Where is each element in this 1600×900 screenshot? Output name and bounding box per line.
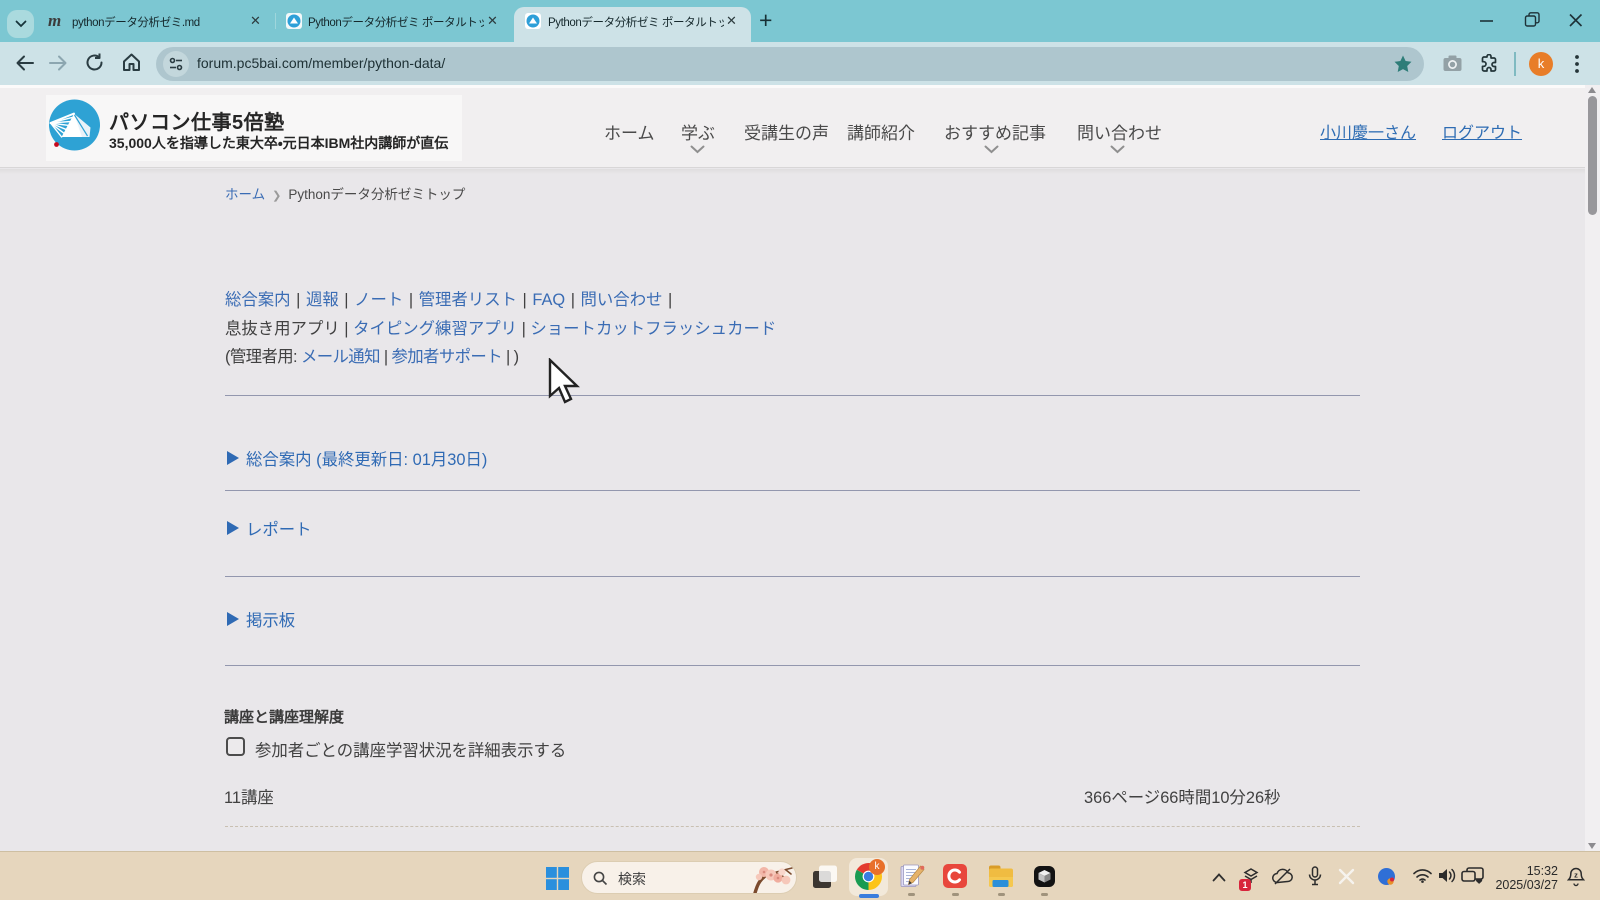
svg-text:z: z [1574,871,1578,880]
